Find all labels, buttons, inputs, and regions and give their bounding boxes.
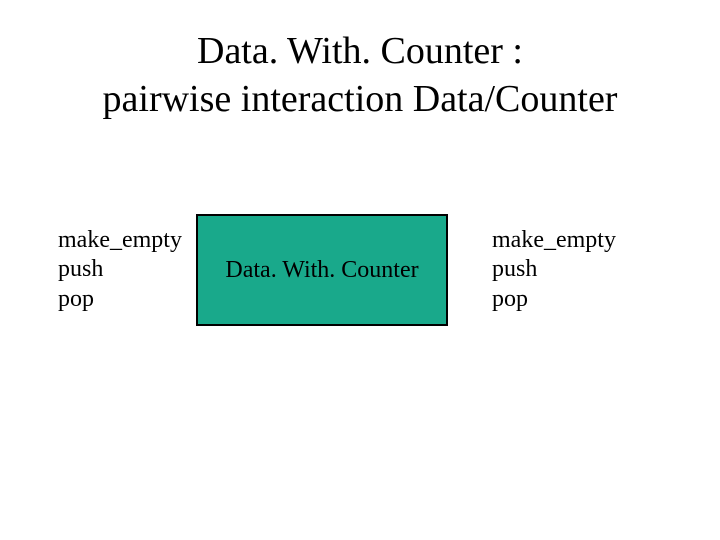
op-item: pop (58, 285, 182, 314)
op-item: make_empty (492, 226, 616, 255)
operations-left: make_empty push pop (58, 226, 182, 314)
component-box: Data. With. Counter (196, 214, 448, 326)
op-item: pop (492, 285, 616, 314)
component-label: Data. With. Counter (225, 257, 418, 284)
op-item: push (58, 255, 182, 284)
slide-title: Data. With. Counter : pairwise interacti… (0, 28, 720, 123)
operations-right: make_empty push pop (492, 226, 616, 314)
op-item: push (492, 255, 616, 284)
op-item: make_empty (58, 226, 182, 255)
title-line-1: Data. With. Counter : (197, 30, 523, 72)
title-line-2: pairwise interaction Data/Counter (103, 78, 618, 120)
